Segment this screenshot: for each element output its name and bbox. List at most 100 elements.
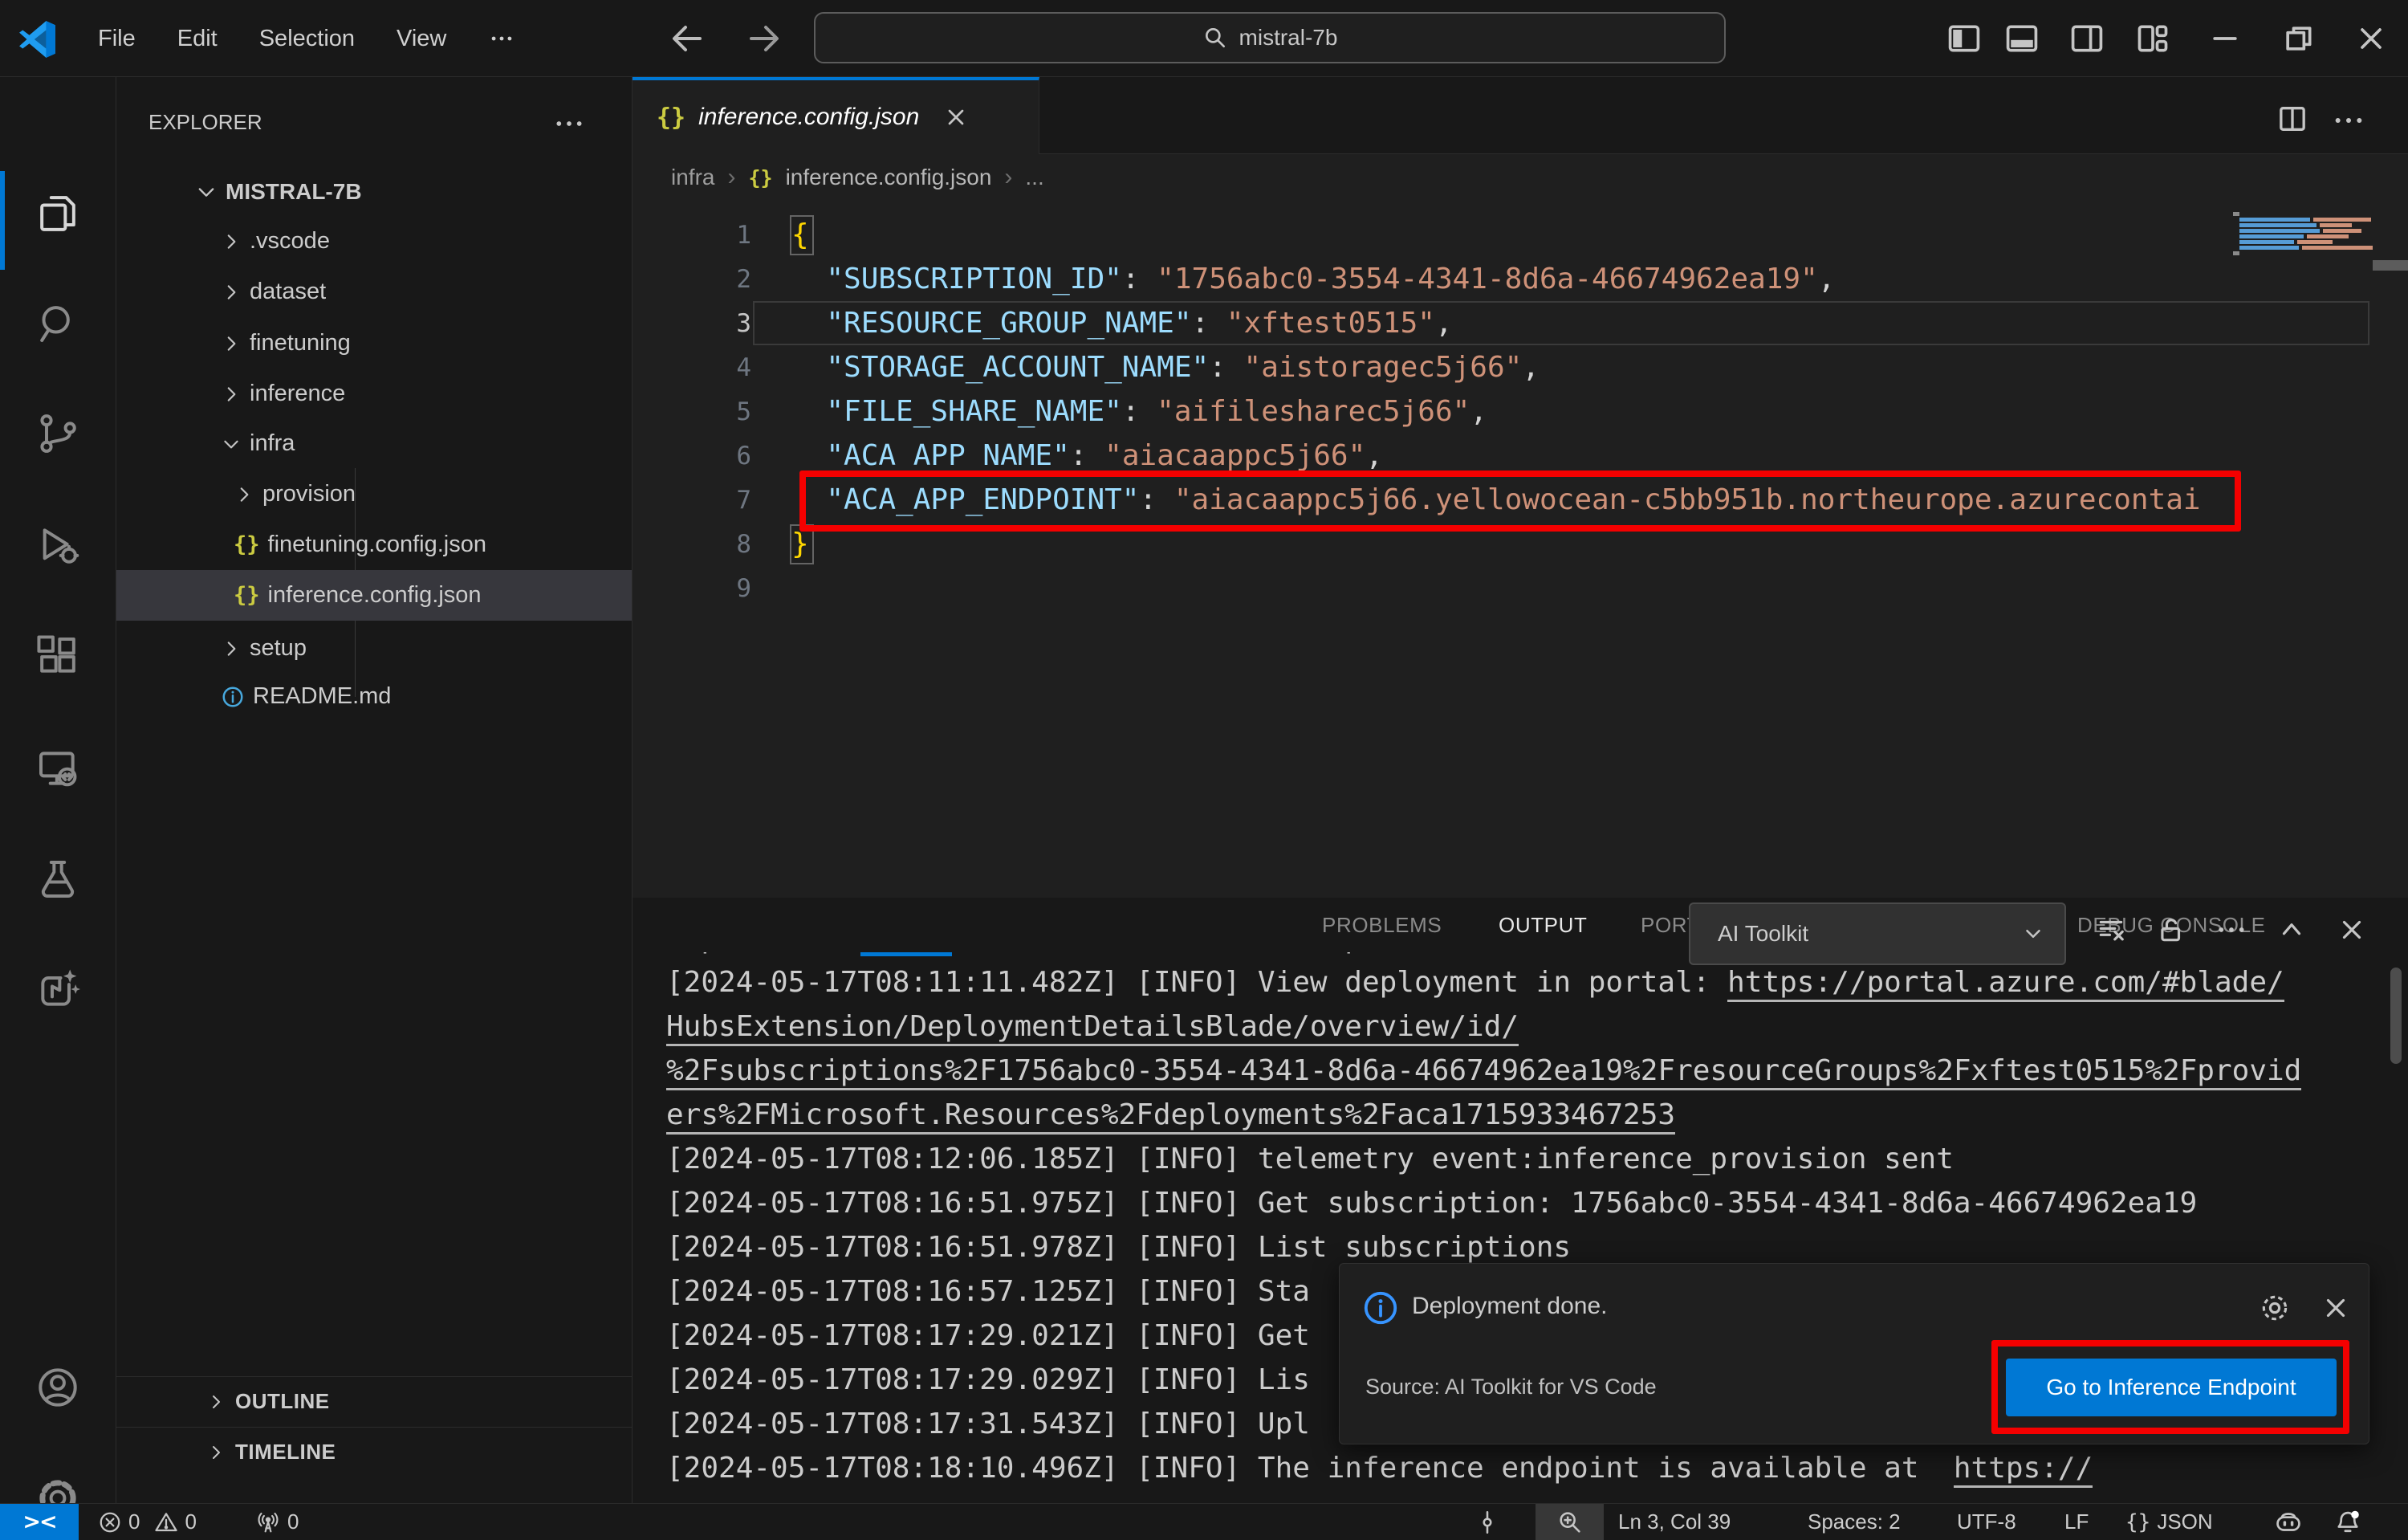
clear-output-button[interactable] bbox=[2092, 906, 2130, 954]
tree-item-finetuning-config[interactable]: {} finetuning.config.json bbox=[116, 519, 632, 570]
zoom-in-icon bbox=[1559, 1511, 1580, 1533]
ports-status[interactable]: 0 bbox=[255, 1504, 299, 1540]
explorer-icon[interactable] bbox=[35, 191, 80, 236]
ai-toolkit-icon[interactable] bbox=[35, 967, 80, 1012]
log-line: [2024-05-17T08:11:11.482Z] [INFO] View d… bbox=[666, 960, 2284, 1004]
info-file-icon bbox=[222, 686, 243, 707]
restore-button[interactable] bbox=[2269, 0, 2327, 77]
log-link[interactable]: ers%2FMicrosoft.Resources%2Fdeployments%… bbox=[666, 1098, 1676, 1135]
customize-layout-button[interactable] bbox=[2124, 0, 2182, 77]
tree-item-provision[interactable]: provision bbox=[116, 469, 632, 519]
testing-icon[interactable] bbox=[35, 857, 80, 902]
accounts-icon[interactable] bbox=[35, 1365, 80, 1410]
notifications-bell-icon[interactable] bbox=[2333, 1504, 2363, 1540]
notification-close-icon[interactable] bbox=[2321, 1293, 2351, 1323]
code-line[interactable]: 8} bbox=[633, 522, 808, 566]
problems-status[interactable]: 0 0 bbox=[98, 1504, 197, 1540]
log-link[interactable]: https://portal.azure.com/#blade/ bbox=[1727, 966, 2284, 1002]
zoom-status-button[interactable] bbox=[1536, 1504, 1604, 1540]
code-line-current[interactable]: 3 "RESOURCE_GROUP_NAME": "xftest0515", bbox=[633, 301, 1452, 345]
tab-problems[interactable]: PROBLEMS bbox=[1322, 898, 1442, 952]
activity-bar bbox=[0, 77, 116, 1517]
breadcrumb-separator: › bbox=[1004, 164, 1013, 190]
panel-scrollbar-thumb[interactable] bbox=[2390, 968, 2402, 1064]
maximize-panel-button[interactable] bbox=[2272, 906, 2311, 954]
menu-selection[interactable]: Selection bbox=[238, 26, 376, 52]
eol-status[interactable]: LF bbox=[2064, 1504, 2089, 1540]
breadcrumb-symbol[interactable]: ... bbox=[1025, 165, 1043, 190]
remote-indicator[interactable]: >< bbox=[0, 1504, 79, 1540]
more-menus-button[interactable] bbox=[467, 25, 536, 52]
error-icon bbox=[100, 1512, 120, 1532]
source-control-icon[interactable] bbox=[35, 411, 80, 456]
explorer-more-actions-button[interactable] bbox=[554, 112, 584, 135]
json-file-icon: {} bbox=[234, 532, 260, 557]
timeline-section-header[interactable]: TIMELINE bbox=[116, 1427, 632, 1477]
tree-item-vscode[interactable]: .vscode bbox=[116, 216, 632, 267]
tree-item-finetuning[interactable]: finetuning bbox=[116, 318, 632, 369]
tree-item-setup[interactable]: setup bbox=[116, 623, 632, 674]
layout-sidebar-toggle[interactable] bbox=[1935, 0, 1993, 77]
close-tab-icon[interactable] bbox=[943, 104, 969, 130]
tree-item-inference-config[interactable]: {} inference.config.json bbox=[116, 570, 632, 621]
tab-inference-config[interactable]: {} inference.config.json bbox=[633, 77, 1039, 154]
command-center-search[interactable]: mistral-7b bbox=[814, 12, 1726, 63]
menu-file[interactable]: File bbox=[77, 26, 157, 52]
notification-settings-gear-icon[interactable] bbox=[2258, 1291, 2292, 1325]
editor-more-actions-button[interactable] bbox=[2333, 109, 2365, 132]
back-button[interactable] bbox=[668, 0, 706, 77]
run-debug-icon[interactable] bbox=[35, 523, 80, 568]
search-view-icon[interactable] bbox=[35, 301, 80, 346]
code-line[interactable]: 5 "FILE_SHARE_NAME": "aifilesharec5j66", bbox=[633, 389, 1487, 434]
log-link[interactable]: %2Fsubscriptions%2F1756abc0-3554-4341-8d… bbox=[666, 1054, 2302, 1090]
log-line: [2024-05-17T08:17:31.543Z] [INFO] Upl bbox=[666, 1408, 1310, 1440]
commit-status-icon[interactable] bbox=[1474, 1504, 1501, 1540]
cursor-position[interactable]: Ln 3, Col 39 bbox=[1618, 1504, 1731, 1540]
split-editor-button[interactable] bbox=[2276, 103, 2308, 135]
output-channel-select[interactable]: AI Toolkit bbox=[1689, 902, 2066, 965]
json-file-icon: {} bbox=[748, 165, 773, 189]
log-line: [2024-05-17T08:12:06.185Z] [INFO] teleme… bbox=[666, 1143, 1954, 1175]
log-link[interactable]: https:// bbox=[1953, 1452, 2093, 1488]
chevron-right-icon bbox=[227, 234, 236, 249]
outline-section-header[interactable]: OUTLINE bbox=[116, 1376, 632, 1426]
minimize-button[interactable] bbox=[2196, 0, 2254, 77]
remote-explorer-icon[interactable] bbox=[35, 746, 80, 791]
log-link[interactable]: HubsExtension/DeploymentDetailsBlade/ove… bbox=[666, 1010, 1519, 1046]
tree-item-inference[interactable]: inference bbox=[116, 369, 632, 419]
breadcrumb-infra[interactable]: infra bbox=[671, 165, 714, 190]
menu-edit[interactable]: Edit bbox=[157, 26, 238, 52]
panel-more-actions-button[interactable] bbox=[2212, 906, 2251, 954]
tab-output[interactable]: OUTPUT bbox=[1499, 898, 1587, 952]
encoding-status[interactable]: UTF-8 bbox=[1957, 1504, 2016, 1540]
status-bar: >< 0 0 0 Ln 3, Col 39 Spaces: 2 UTF-8 LF… bbox=[0, 1503, 2408, 1540]
chevron-down-icon bbox=[2026, 930, 2040, 938]
code-line[interactable]: 2 "SUBSCRIPTION_ID": "1756abc0-3554-4341… bbox=[633, 257, 1835, 301]
log-line: %2Fsubscriptions%2F1756abc0-3554-4341-8d… bbox=[666, 1049, 2302, 1093]
indentation-status[interactable]: Spaces: 2 bbox=[1808, 1504, 1901, 1540]
tree-root-mistral-7b[interactable]: MISTRAL-7B bbox=[116, 166, 632, 217]
extensions-icon[interactable] bbox=[35, 634, 80, 678]
log-line: HubsExtension/DeploymentDetailsBlade/ove… bbox=[666, 1004, 1519, 1049]
layout-secondary-sidebar-toggle[interactable] bbox=[2058, 0, 2116, 77]
close-window-button[interactable] bbox=[2342, 0, 2400, 77]
breadcrumb-file[interactable]: inference.config.json bbox=[786, 165, 992, 190]
menu-view[interactable]: View bbox=[376, 26, 467, 52]
code-line[interactable]: 4 "STORAGE_ACCOUNT_NAME": "aistoragec5j6… bbox=[633, 345, 1540, 389]
chevron-down-icon bbox=[198, 187, 214, 197]
breadcrumb-separator: › bbox=[727, 164, 736, 190]
tree-item-readme[interactable]: README.md bbox=[116, 671, 632, 722]
code-line[interactable]: 9 bbox=[633, 566, 751, 610]
vscode-window: File Edit Selection View mistral-7b EXPL… bbox=[0, 0, 2408, 1540]
warning-icon bbox=[155, 1512, 178, 1531]
code-line[interactable]: 1{ bbox=[633, 213, 808, 257]
forward-button[interactable] bbox=[745, 0, 783, 77]
language-mode[interactable]: {} JSON bbox=[2125, 1504, 2213, 1540]
editor-scrollbar-thumb[interactable] bbox=[2373, 260, 2408, 271]
close-panel-button[interactable] bbox=[2333, 906, 2371, 954]
lock-scroll-button[interactable] bbox=[2152, 906, 2190, 954]
tree-item-infra[interactable]: infra bbox=[116, 418, 632, 469]
copilot-status-icon[interactable] bbox=[2273, 1504, 2304, 1540]
tree-item-dataset[interactable]: dataset bbox=[116, 267, 632, 317]
layout-panel-toggle[interactable] bbox=[1993, 0, 2051, 77]
